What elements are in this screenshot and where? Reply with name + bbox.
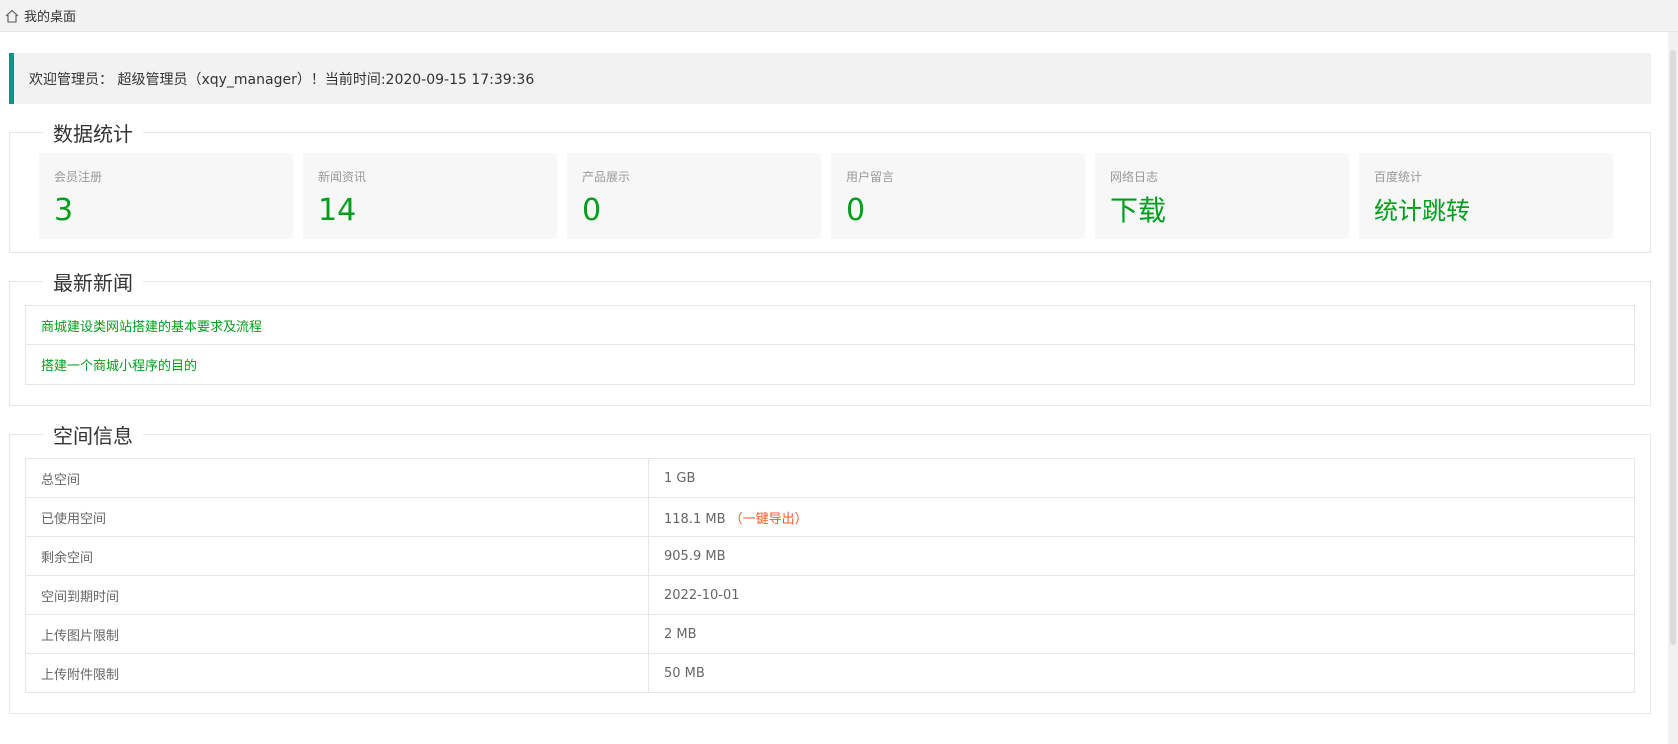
stat-value: 0 [846,193,866,228]
space-key: 已使用空间 [25,497,649,537]
space-value: 118.1 MB [664,511,726,527]
stat-label: 新闻资讯 [318,170,367,184]
space-value: 2 MB [648,614,1635,654]
stat-card-members[interactable]: 会员注册 3 [39,153,293,239]
space-panel-title: 空间信息 [53,424,133,448]
table-row: 上传图片限制 2 MB [25,614,1635,654]
stat-label: 用户留言 [846,170,895,184]
space-key: 上传附件限制 [25,653,649,693]
stat-label: 网络日志 [1110,170,1159,184]
news-list: 商城建设类网站搭建的基本要求及流程 搭建一个商城小程序的目的 [25,305,1635,385]
stat-label: 百度统计 [1374,170,1423,184]
news-panel-title: 最新新闻 [53,271,133,295]
stats-panel-title: 数据统计 [53,122,133,146]
stat-value: 14 [318,193,357,228]
breadcrumb: 我的桌面 [0,0,1678,32]
vertical-scrollbar[interactable] [1668,32,1678,744]
stat-card-baidu[interactable]: 百度统计 统计跳转 [1359,153,1613,239]
main-content: 欢迎管理员： 超级管理员（xqy_manager）！当前时间:2020-09-1… [9,53,1651,714]
space-value: 50 MB [648,653,1635,693]
table-row: 已使用空间 118.1 MB （一键导出） [25,497,1635,537]
stat-value: 3 [54,193,74,228]
space-value-cell: 118.1 MB （一键导出） [648,497,1635,537]
stats-cards: 会员注册 3 新闻资讯 14 产品展示 0 用户留言 0 网络日志 下载 百度统… [25,147,1635,252]
space-key: 剩余空间 [25,536,649,576]
news-panel: 最新新闻 商城建设类网站搭建的基本要求及流程 搭建一个商城小程序的目的 [9,267,1651,406]
export-link[interactable]: （一键导出） [730,512,808,527]
stat-value: 0 [582,193,602,228]
space-panel: 空间信息 总空间 1 GB 已使用空间 118.1 MB （一键导出） 剩余空间… [9,420,1651,714]
stat-card-news[interactable]: 新闻资讯 14 [303,153,557,239]
welcome-banner: 欢迎管理员： 超级管理员（xqy_manager）！当前时间:2020-09-1… [9,53,1651,104]
scrollbar-thumb[interactable] [1670,50,1676,645]
home-icon[interactable] [4,8,20,24]
table-row: 上传附件限制 50 MB [25,653,1635,693]
stat-card-weblog[interactable]: 网络日志 下载 [1095,153,1349,239]
space-value: 2022-10-01 [648,575,1635,615]
news-item[interactable]: 商城建设类网站搭建的基本要求及流程 [26,306,1634,345]
space-value: 905.9 MB [648,536,1635,576]
space-key: 空间到期时间 [25,575,649,615]
stat-card-products[interactable]: 产品展示 0 [567,153,821,239]
space-key: 总空间 [25,458,649,498]
stat-card-messages[interactable]: 用户留言 0 [831,153,1085,239]
stat-label: 会员注册 [54,170,103,184]
stats-panel: 数据统计 会员注册 3 新闻资讯 14 产品展示 0 用户留言 0 网络日志 下… [9,118,1651,253]
stat-label: 产品展示 [582,170,631,184]
stat-value-download-link[interactable]: 下载 [1110,193,1334,229]
table-row: 剩余空间 905.9 MB [25,536,1635,576]
space-key: 上传图片限制 [25,614,649,654]
breadcrumb-home-label[interactable]: 我的桌面 [24,6,76,25]
table-row: 空间到期时间 2022-10-01 [25,575,1635,615]
space-value: 1 GB [648,458,1635,498]
stat-value-jump-link[interactable]: 统计跳转 [1374,193,1598,229]
space-table: 总空间 1 GB 已使用空间 118.1 MB （一键导出） 剩余空间 905.… [25,458,1635,693]
news-item[interactable]: 搭建一个商城小程序的目的 [26,345,1634,384]
welcome-text: 欢迎管理员： 超级管理员（xqy_manager）！当前时间:2020-09-1… [29,71,535,88]
table-row: 总空间 1 GB [25,458,1635,498]
